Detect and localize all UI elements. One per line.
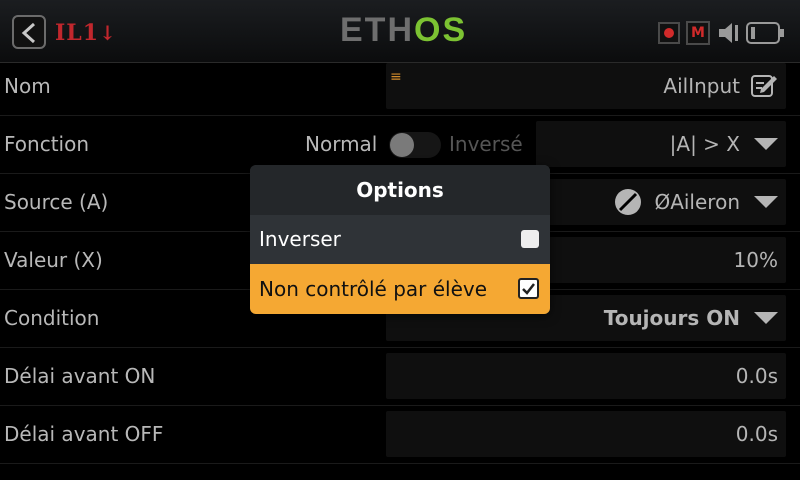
arrow-down-icon: ↓: [99, 21, 117, 45]
delai-on-value: 0.0s: [735, 364, 778, 388]
fonction-value: |A| > X: [669, 132, 740, 156]
drag-handle-icon: ≡: [390, 69, 402, 85]
dialog-title: Options: [250, 165, 550, 215]
options-dialog: Options Inverser Non contrôlé par élève: [250, 165, 550, 314]
status-icons: M: [658, 18, 786, 48]
toggle-knob: [390, 133, 414, 157]
back-button[interactable]: [12, 15, 46, 49]
condition-label: Condition: [4, 306, 100, 330]
option-label: Non contrôlé par élève: [259, 277, 488, 301]
source-label: Source (A): [4, 190, 109, 214]
delai-on-field[interactable]: 0.0s: [386, 353, 786, 399]
delai-off-value: 0.0s: [735, 422, 778, 446]
top-bar: IL1↓ ETHOS M: [0, 0, 800, 63]
back-icon: [21, 22, 36, 44]
chevron-down-icon: [754, 196, 778, 208]
invert-toggle[interactable]: [389, 132, 441, 158]
row-delai-on: Délai avant ON 0.0s: [0, 347, 800, 406]
row-delai-off: Délai avant OFF 0.0s: [0, 405, 800, 464]
chevron-down-icon: [754, 138, 778, 150]
source-value: ØAileron: [654, 190, 740, 214]
record-icon: [658, 22, 680, 44]
battery-icon: [746, 22, 786, 48]
checkmark-icon: [522, 283, 535, 295]
nom-value: AilInput: [663, 74, 740, 98]
checkbox-unchecked[interactable]: [521, 230, 539, 248]
row-nom: Nom ≡ AilInput: [0, 57, 800, 116]
volume-icon: [716, 20, 742, 50]
option-inverser[interactable]: Inverser: [250, 215, 550, 264]
condition-value: Toujours ON: [603, 306, 740, 330]
model-name: IL1↓: [55, 20, 117, 46]
fonction-dropdown[interactable]: |A| > X: [536, 121, 786, 167]
option-label: Inverser: [259, 227, 341, 251]
fonction-label: Fonction: [4, 132, 90, 156]
edit-icon[interactable]: [750, 72, 780, 104]
valeur-value: 10%: [733, 248, 778, 272]
delai-off-label: Délai avant OFF: [4, 422, 164, 446]
delai-on-label: Délai avant ON: [4, 364, 156, 388]
delai-off-field[interactable]: 0.0s: [386, 411, 786, 457]
valeur-label: Valeur (X): [4, 248, 103, 272]
nom-label: Nom: [4, 74, 51, 98]
mute-icon: M: [686, 21, 710, 45]
ethos-logo: ETHOS: [340, 11, 468, 49]
checkbox-checked[interactable]: [518, 278, 539, 299]
nom-field[interactable]: ≡ AilInput: [386, 63, 786, 109]
chevron-down-icon: [754, 312, 778, 324]
source-input-icon: [614, 188, 642, 220]
option-non-controle[interactable]: Non contrôlé par élève: [250, 264, 550, 314]
